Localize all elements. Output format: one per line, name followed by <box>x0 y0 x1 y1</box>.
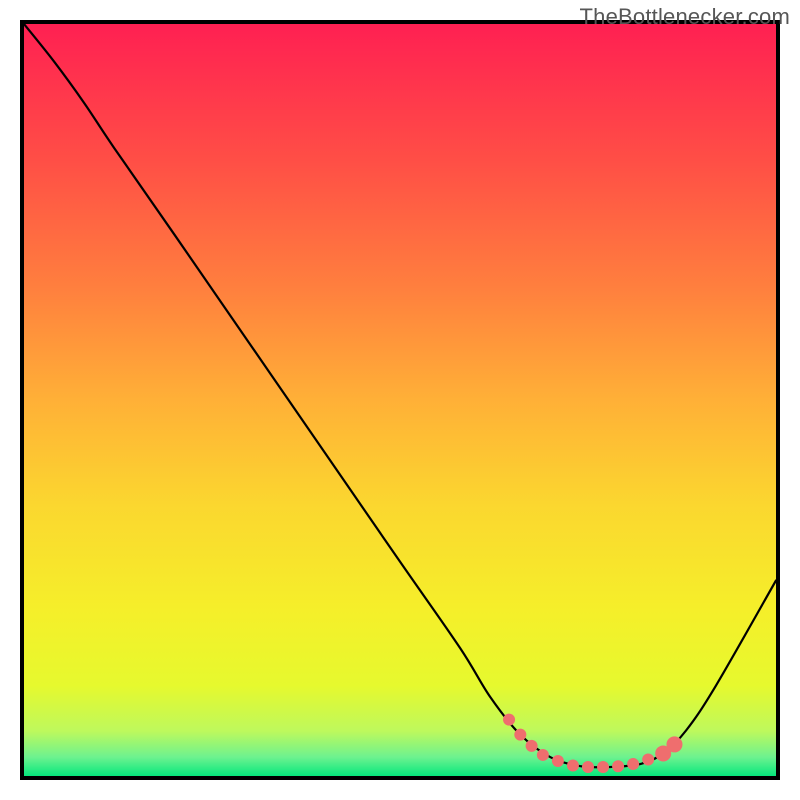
watermark-text: TheBottlenecker.com <box>580 4 790 30</box>
chart-marker <box>552 755 564 767</box>
chart-marker <box>642 753 654 765</box>
chart-marker <box>503 714 515 726</box>
chart-marker <box>612 760 624 772</box>
chart-marker <box>567 759 579 771</box>
chart-svg <box>24 24 776 776</box>
chart-marker <box>597 761 609 773</box>
chart-marker <box>582 761 594 773</box>
chart-marker <box>526 740 538 752</box>
chart-plot-area <box>20 20 780 780</box>
chart-marker <box>537 749 549 761</box>
chart-marker <box>514 729 526 741</box>
chart-background <box>24 24 776 776</box>
chart-marker <box>666 736 682 752</box>
chart-marker <box>627 758 639 770</box>
